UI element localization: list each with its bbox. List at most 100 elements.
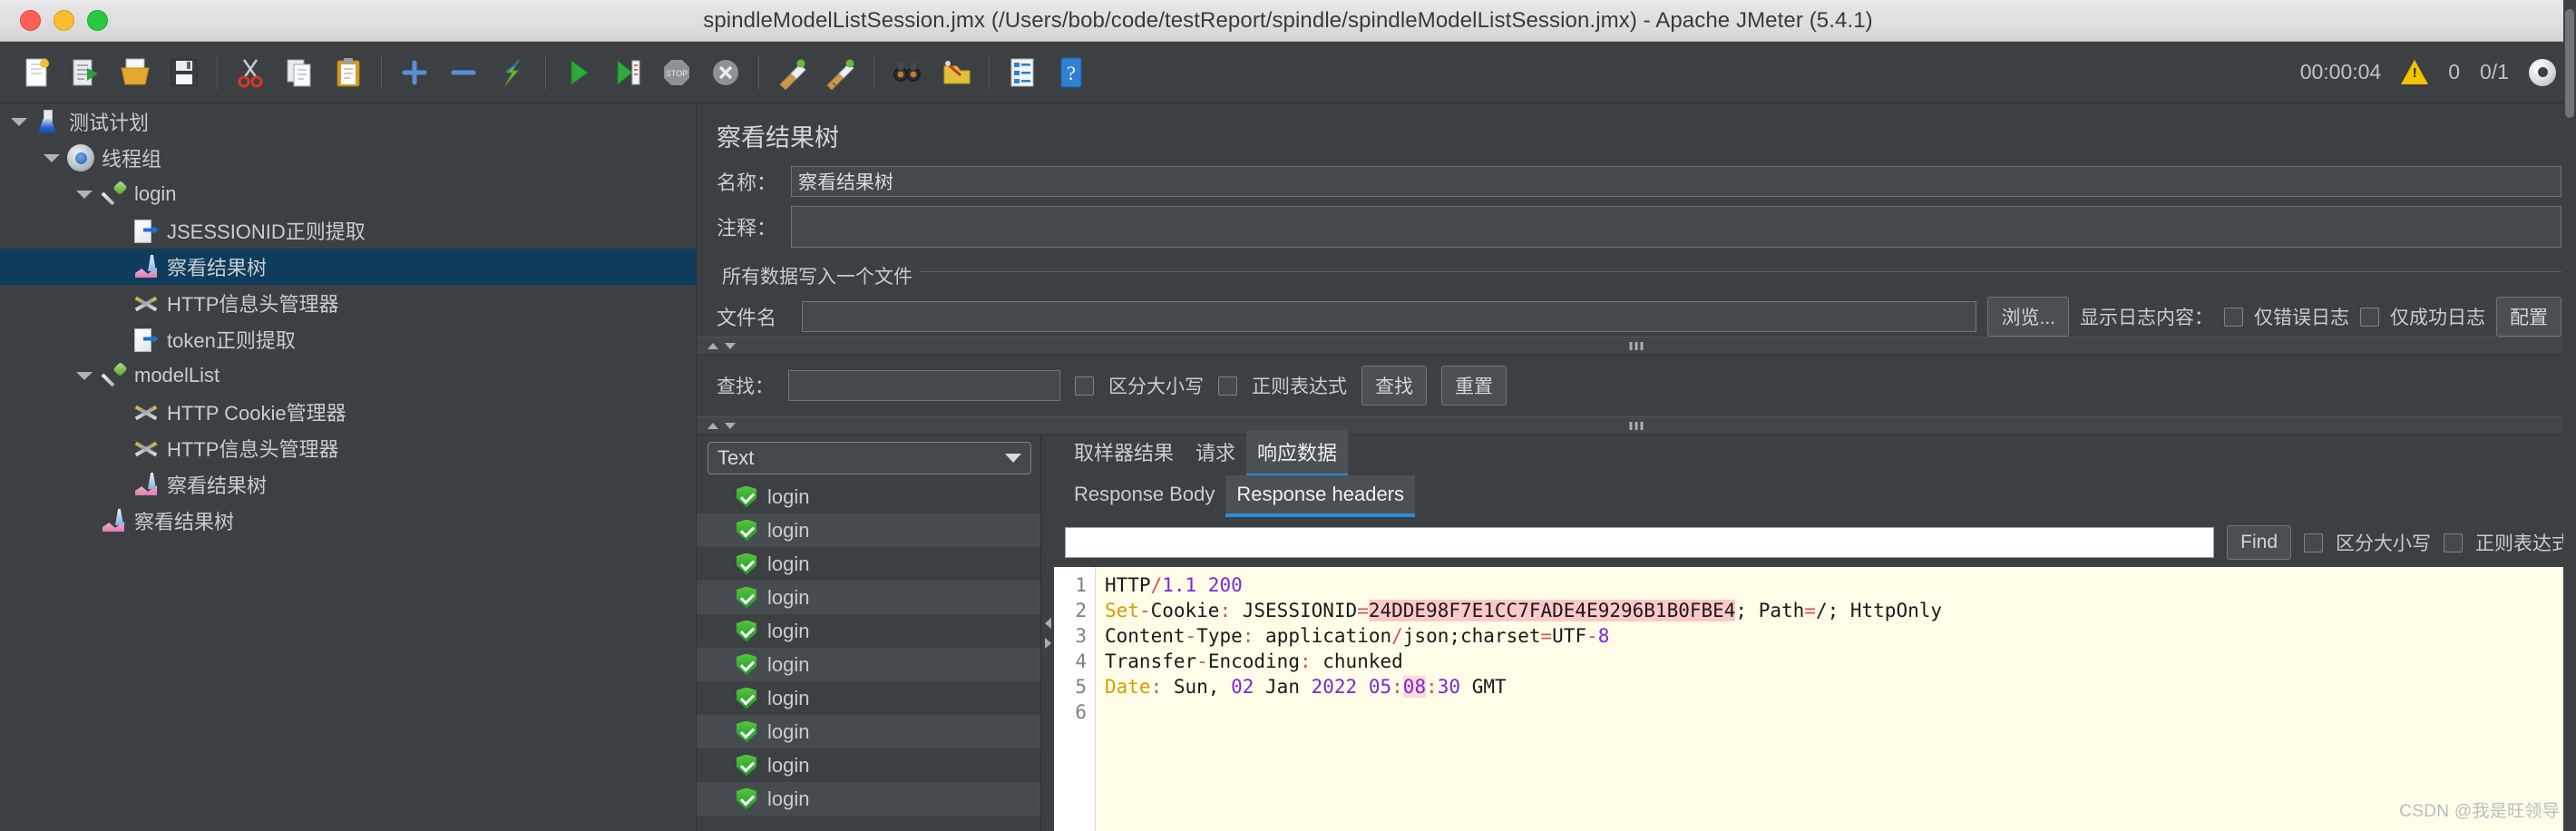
list-item-label: login: [767, 652, 810, 676]
reset-button[interactable]: 重置: [1441, 366, 1507, 406]
chevron-down-icon[interactable]: [42, 148, 62, 168]
collapse-right-icon[interactable]: [1045, 638, 1051, 649]
search-regex-checkbox[interactable]: [1218, 376, 1237, 396]
list-item[interactable]: login: [697, 547, 1040, 581]
splitter-lower[interactable]: [697, 416, 2576, 435]
tree-node[interactable]: 线程组: [0, 140, 696, 176]
filename-row: 文件名 浏览... 显示日志内容： 仅错误日志 仅成功日志 配置: [717, 297, 2561, 337]
collapse-up-icon[interactable]: [707, 423, 718, 429]
new-icon[interactable]: [13, 48, 62, 97]
save-icon[interactable]: [160, 48, 209, 97]
tree-node[interactable]: 察看结果树: [0, 503, 696, 539]
cut-icon[interactable]: [226, 48, 275, 97]
toggle-icon[interactable]: [488, 48, 537, 97]
collapse-down-icon[interactable]: [725, 423, 736, 429]
collapse-left-icon[interactable]: [1045, 618, 1051, 629]
tree-node[interactable]: token正则提取: [0, 321, 696, 357]
list-item[interactable]: login: [697, 648, 1040, 681]
search-icon[interactable]: [883, 48, 932, 97]
results-vertical-splitter[interactable]: [1041, 435, 1054, 831]
comment-input[interactable]: [791, 206, 2561, 248]
start-no-pause-icon[interactable]: [603, 48, 652, 97]
collapse-up-icon[interactable]: [707, 343, 718, 349]
response-regex-checkbox[interactable]: [2444, 533, 2463, 552]
list-item[interactable]: login: [697, 681, 1040, 715]
list-item[interactable]: login: [697, 782, 1040, 816]
minimize-button[interactable]: [54, 10, 74, 31]
splitter-grip-lower[interactable]: [1629, 421, 1644, 430]
clear-all-icon[interactable]: [816, 48, 865, 97]
search-input[interactable]: [788, 370, 1060, 401]
list-item[interactable]: login: [697, 480, 1040, 513]
chevron-down-icon[interactable]: [74, 184, 94, 204]
search-reset-icon[interactable]: [932, 48, 981, 97]
shutdown-icon[interactable]: [701, 48, 750, 97]
tree-node[interactable]: 察看结果树: [0, 466, 696, 503]
response-scrollbar[interactable]: [2563, 0, 2576, 831]
success-only-checkbox[interactable]: [2360, 307, 2379, 327]
test-plan-tree[interactable]: 测试计划 线程组 login JSESSIONID正则提取 察看结果树 HTTP信息头管理…: [0, 103, 697, 831]
collapse-down-icon[interactable]: [725, 343, 736, 349]
response-headers-text[interactable]: HTTP/1.1 200 Set-Cookie: JSESSIONID=24DDE…: [1096, 567, 2576, 831]
tools-icon: [132, 435, 160, 462]
browse-button[interactable]: 浏览...: [1987, 297, 2069, 337]
response-headers-view[interactable]: 1 2 3 4 5 6 HTTP/1.1 200 Set-Cookie: JSESSIONI…: [1054, 0, 2576, 831]
chart-icon: [100, 507, 127, 534]
tree-node[interactable]: login: [0, 176, 696, 212]
name-input[interactable]: [791, 166, 2561, 197]
list-item[interactable]: login: [697, 581, 1040, 614]
tab-1[interactable]: 请求: [1185, 430, 1246, 474]
close-button[interactable]: [20, 10, 41, 31]
response-find-button[interactable]: Find: [2227, 525, 2291, 560]
warning-icon[interactable]: [2401, 60, 2429, 84]
response-case-checkbox[interactable]: [2304, 533, 2323, 552]
tree-node[interactable]: modelList: [0, 357, 696, 394]
clear-icon[interactable]: [767, 48, 816, 97]
templates-icon[interactable]: [62, 48, 111, 97]
list-item-label: login: [767, 619, 810, 642]
function-helper-icon[interactable]: [998, 48, 1047, 97]
paste-icon[interactable]: [324, 48, 373, 97]
open-icon[interactable]: [111, 48, 160, 97]
splitter-arrows-lower[interactable]: [707, 423, 736, 429]
tree-node[interactable]: HTTP Cookie管理器: [0, 394, 696, 430]
list-item[interactable]: login: [697, 715, 1040, 748]
chevron-down-icon[interactable]: [74, 366, 94, 386]
response-subtabs[interactable]: Response Body Response headers: [1054, 474, 2576, 517]
detail-tabs[interactable]: 取样器结果 请求 响应数据: [1054, 430, 2576, 477]
tree-node[interactable]: 察看结果树: [0, 249, 696, 285]
splitter-grip[interactable]: [1629, 341, 1644, 350]
list-item[interactable]: login: [697, 513, 1040, 547]
tab-1[interactable]: Response headers: [1225, 475, 1416, 517]
filename-input[interactable]: [802, 301, 1977, 332]
tree-node[interactable]: 测试计划: [0, 103, 696, 140]
tab-0[interactable]: 取样器结果: [1063, 430, 1185, 474]
renderer-select[interactable]: Text: [707, 442, 1031, 474]
maximize-button[interactable]: [87, 10, 108, 31]
splitter-upper[interactable]: [697, 337, 2576, 355]
tree-node[interactable]: JSESSIONID正则提取: [0, 212, 696, 249]
tree-node[interactable]: HTTP信息头管理器: [0, 430, 696, 466]
start-icon[interactable]: [554, 48, 603, 97]
collapse-all-icon[interactable]: [439, 48, 488, 97]
tab-0[interactable]: Response Body: [1063, 475, 1225, 514]
list-item[interactable]: login: [697, 748, 1040, 782]
expand-all-icon[interactable]: [390, 48, 439, 97]
find-button[interactable]: 查找: [1361, 366, 1427, 406]
errors-only-checkbox[interactable]: [2224, 307, 2243, 327]
window-controls[interactable]: [20, 10, 108, 31]
comment-label: 注释：: [717, 217, 777, 240]
help-icon[interactable]: ?: [1047, 48, 1096, 97]
configure-button[interactable]: 配置: [2496, 297, 2561, 337]
search-case-checkbox[interactable]: [1075, 376, 1094, 396]
stop-icon[interactable]: STOP: [652, 48, 701, 97]
response-find-input[interactable]: [1065, 527, 2215, 558]
list-item[interactable]: login: [697, 614, 1040, 648]
splitter-arrows[interactable]: [707, 343, 736, 349]
tree-node[interactable]: HTTP信息头管理器: [0, 285, 696, 321]
tab-2[interactable]: 响应数据: [1246, 430, 1349, 477]
chevron-down-icon[interactable]: [9, 112, 29, 132]
sample-result-list[interactable]: login login login login login login login login…: [697, 480, 1040, 831]
copy-icon[interactable]: [275, 48, 324, 97]
